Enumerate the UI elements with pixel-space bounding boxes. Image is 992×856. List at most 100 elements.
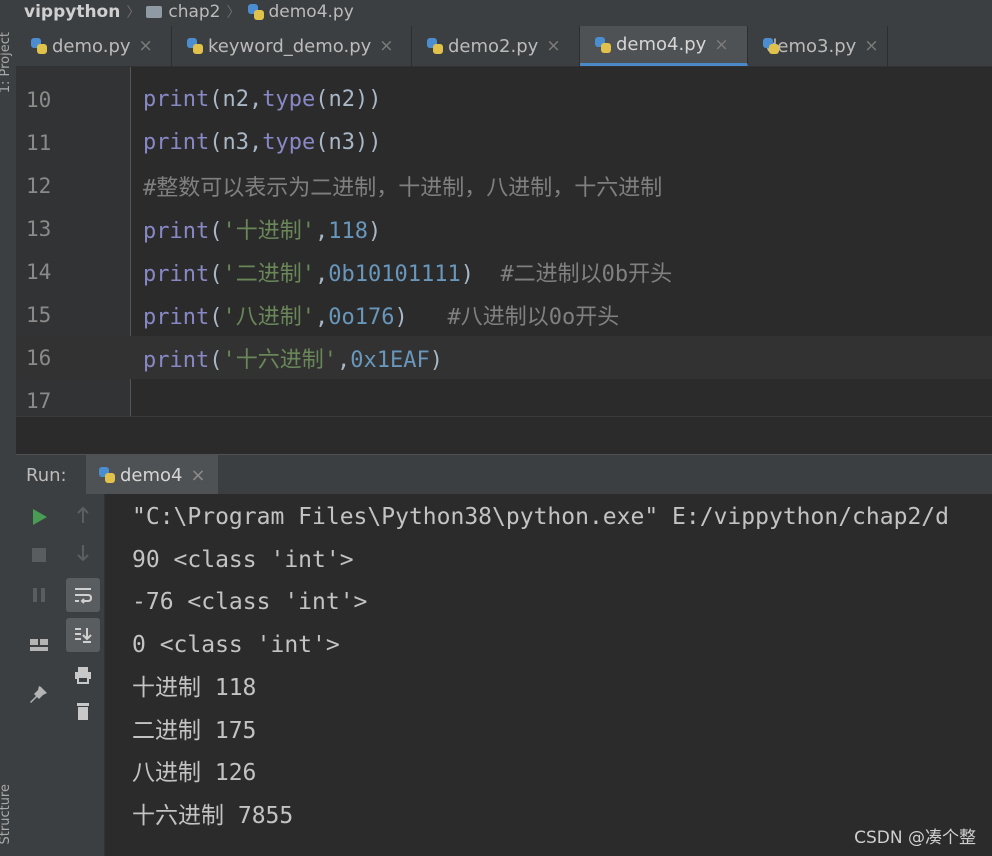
tab-demo4-py[interactable]: demo4.py × [580, 26, 748, 66]
console-line: 90 <class 'int'> [132, 546, 354, 573]
play-icon [33, 509, 47, 525]
restore-layout-button[interactable] [24, 630, 54, 660]
code-token: 0o176 [328, 304, 395, 330]
folder-icon [146, 6, 163, 18]
clear-all-button[interactable] [68, 696, 98, 726]
breadcrumb-project[interactable]: vippython [0, 2, 120, 22]
run-panel-header: Run: demo4 × [16, 454, 992, 495]
code-line[interactable]: 10 print(n2,type(n2)) [16, 78, 992, 121]
tab-label: demo3.py [766, 35, 857, 57]
code-token: , [314, 304, 329, 330]
code-token: '二进制' [222, 261, 315, 287]
code-token: #八进制以0o开头 [447, 304, 620, 330]
editor-empty-area[interactable] [16, 416, 992, 455]
code-line[interactable]: 11 print(n3,type(n3)) [16, 121, 992, 164]
project-tool-window-button[interactable]: 1: Project [0, 32, 13, 93]
soft-wrap-icon [75, 588, 93, 604]
tab-demo-py[interactable]: demo.py × [16, 26, 172, 66]
code-editor[interactable]: 10 print(n2,type(n2)) 11 print(n3,type(n3))… [16, 67, 992, 416]
tab-label: demo2.py [448, 35, 539, 57]
python-file-icon [594, 36, 612, 54]
python-file-icon [186, 37, 204, 55]
scroll-up-button[interactable] [68, 500, 98, 530]
rerun-button[interactable] [24, 502, 54, 532]
code-token: '十进制' [222, 218, 315, 244]
project-name[interactable]: vippython [24, 2, 120, 22]
scroll-down-button[interactable] [68, 538, 98, 568]
close-icon[interactable]: × [139, 36, 153, 56]
pin-tab-button[interactable] [24, 680, 54, 710]
code-text: print('十六进制',0x1EAF) [130, 342, 443, 374]
code-line[interactable]: 15 print('八进制',0o176) #八进制以0o开头 [16, 293, 992, 336]
console-line: 八进制 126 [132, 760, 257, 787]
breadcrumb-separator: 〉 [226, 5, 241, 21]
folder-name[interactable]: chap2 [168, 2, 220, 22]
code-line[interactable]: 14 print('二进制',0b10101111) #二进制以0b开头 [16, 250, 992, 293]
tab-keyword_demo-py[interactable]: keyword_demo.py × [172, 26, 412, 66]
line-number: 15 [26, 302, 52, 327]
trash-icon [77, 703, 89, 720]
code-token: , [314, 261, 329, 287]
console-line: -76 <class 'int'> [132, 589, 368, 616]
code-token: n2 [222, 87, 249, 112]
breadcrumb-folder[interactable]: chap2 [146, 2, 221, 22]
code-token: '十六进制' [222, 347, 337, 373]
tab-demo2-py[interactable]: demo2.py × [412, 26, 580, 66]
code-token: )) [354, 87, 382, 112]
code-token: print [143, 304, 210, 330]
soft-wrap-button[interactable] [66, 578, 100, 612]
breadcrumb-separator: 〉 [126, 5, 141, 21]
code-text: #整数可以表示为二进制，十进制，八进制，十六进制 [130, 170, 662, 202]
line-number: 12 [26, 173, 52, 198]
code-line[interactable]: 17 [16, 379, 992, 416]
tab-label: demo.py [52, 35, 131, 57]
run-console-output[interactable]: "C:\Program Files\Python38\python.exe" E… [105, 494, 992, 856]
close-icon[interactable]: × [546, 36, 560, 56]
code-token: #整数可以表示为二进制，十进制，八进制，十六进制 [143, 175, 663, 201]
print-button[interactable] [68, 660, 98, 690]
run-toolbar-primary [16, 494, 62, 856]
run-toolbar-secondary [62, 494, 105, 856]
code-line[interactable]: 13 print('十进制',118) [16, 207, 992, 250]
code-token: ( [209, 347, 223, 373]
run-tab-demo4[interactable]: demo4 × [86, 455, 218, 495]
code-text: print('八进制',0o176) #八进制以0o开头 [130, 299, 619, 331]
structure-tool-window-button[interactable]: Structure [0, 784, 13, 844]
code-text: print(n3,type(n3)) [130, 130, 381, 155]
layout-icon [30, 639, 48, 651]
close-icon[interactable]: × [714, 35, 728, 55]
python-file-icon [30, 37, 48, 55]
code-token: ( [315, 130, 329, 155]
console-line: "C:\Program Files\Python38\python.exe" E… [132, 504, 949, 530]
code-token: ) [460, 261, 501, 287]
code-token: ( [209, 261, 223, 287]
code-line[interactable]: 12 #整数可以表示为二进制，十进制，八进制，十六进制 [16, 164, 992, 207]
close-icon[interactable]: × [379, 36, 393, 56]
pause-icon [33, 588, 45, 602]
code-token: , [248, 130, 263, 155]
scroll-to-end-button[interactable] [66, 618, 100, 652]
tab-demo3-py[interactable]: demo3.py × [748, 26, 888, 66]
breadcrumb-file[interactable]: demo4.py [247, 2, 354, 22]
line-number: 10 [26, 87, 52, 112]
stop-button[interactable] [24, 540, 54, 570]
line-number: 11 [26, 130, 52, 155]
code-line[interactable]: 16 print('十六进制',0x1EAF) [16, 336, 992, 379]
close-icon[interactable]: × [191, 465, 206, 486]
code-text: print('十进制',118) [130, 213, 381, 245]
code-token: '八进制' [222, 304, 315, 330]
pin-icon [30, 686, 47, 703]
code-token: ( [209, 218, 223, 244]
code-token: print [143, 261, 210, 287]
code-token: print [143, 130, 210, 155]
python-file-icon [247, 3, 265, 21]
code-token: n2 [328, 87, 355, 112]
python-file-icon [426, 37, 444, 55]
code-token: ( [209, 130, 223, 155]
pause-button[interactable] [24, 580, 54, 610]
close-icon[interactable]: × [864, 36, 878, 56]
code-token: type [262, 130, 316, 155]
code-token: print [143, 347, 210, 373]
file-name[interactable]: demo4.py [269, 2, 354, 22]
code-token: 0b10101111 [328, 261, 461, 287]
